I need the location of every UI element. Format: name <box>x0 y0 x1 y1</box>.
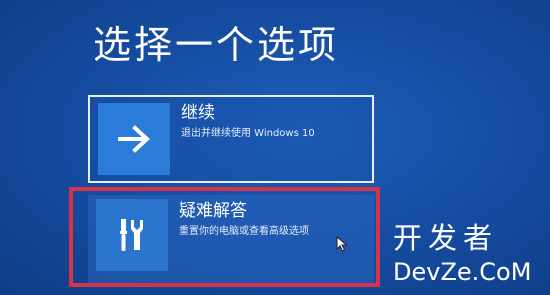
arrow-right-icon <box>118 125 150 153</box>
troubleshoot-description: 重置你的电脑或查看高级选项 <box>179 226 309 237</box>
troubleshoot-tile <box>96 199 168 271</box>
tools-icon <box>120 219 143 251</box>
windows-recovery-screen: 选择一个选项 继续 退出并继续使用 Windows 10 疑难解答 重置你的电脑… <box>0 0 550 295</box>
continue-option-button[interactable]: 继续 退出并继续使用 Windows 10 <box>88 95 374 183</box>
troubleshoot-title: 疑难解答 <box>179 201 247 221</box>
troubleshoot-option-button[interactable]: 疑难解答 重置你的电脑或查看高级选项 <box>88 195 374 283</box>
continue-title: 继续 <box>181 103 215 123</box>
page-title: 选择一个选项 <box>93 23 340 67</box>
watermark-chinese: 开发者 <box>393 221 499 255</box>
continue-tile <box>98 103 170 175</box>
mouse-cursor-icon <box>336 236 348 252</box>
watermark-latin: DevZe.CoM <box>393 258 532 286</box>
continue-description: 退出并继续使用 Windows 10 <box>181 128 315 139</box>
